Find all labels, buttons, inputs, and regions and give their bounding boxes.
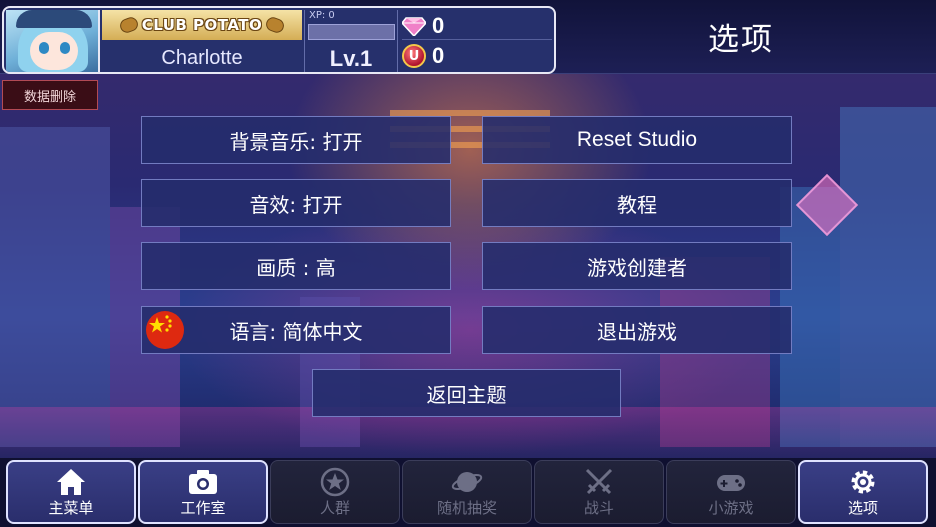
potato-icon — [117, 15, 140, 35]
tab-label: 选项 — [847, 499, 878, 517]
player-name: Charlotte — [161, 47, 243, 69]
xp-label: XP: 0 — [309, 10, 335, 21]
quit-game-button[interactable]: 退出游戏 — [482, 306, 792, 354]
club-banner: CLUB POTATO — [102, 10, 302, 40]
crossed-swords-icon — [581, 467, 617, 497]
language-button[interactable]: 语言: 简体中文 — [141, 306, 451, 354]
coin-counter[interactable]: U 0 — [402, 42, 552, 70]
player-level: Lv.1 — [329, 46, 373, 71]
delete-data-button[interactable]: 数据删除 — [2, 80, 98, 110]
club-name: CLUB POTATO — [141, 16, 263, 34]
profile-panel[interactable]: CLUB POTATO Charlotte XP: 0 Lv.1 0 U 0 — [2, 6, 556, 74]
gem-counter[interactable]: 0 — [401, 12, 552, 40]
tab-lottery[interactable]: 随机抽奖 — [402, 460, 532, 524]
music-toggle-button[interactable]: 背景音乐: 打开 — [141, 116, 451, 164]
player-avatar[interactable] — [6, 10, 100, 72]
reset-studio-label: Reset Studio — [576, 128, 698, 151]
potato-icon — [264, 15, 287, 35]
tab-label: 小游戏 — [708, 499, 754, 517]
star-icon — [317, 467, 353, 497]
tab-crowd[interactable]: 人群 — [270, 460, 400, 524]
gamepad-icon — [713, 467, 749, 497]
quality-button[interactable]: 画质 : 高 — [141, 242, 451, 290]
language-label: 语言: 简体中文 — [229, 319, 363, 344]
tab-label: 工作室 — [180, 499, 226, 517]
tab-main-menu[interactable]: 主菜单 — [6, 460, 136, 524]
coin-count: 0 — [432, 43, 445, 68]
page-title: 选项 — [708, 22, 774, 58]
tab-label: 主菜单 — [48, 499, 94, 517]
coin-icon: U — [402, 44, 426, 68]
home-icon — [53, 467, 89, 497]
reset-studio-button[interactable]: Reset Studio — [482, 116, 792, 164]
xp-progress-bar — [308, 24, 395, 40]
bottom-navigation: 主菜单 工作室 人群 随机抽奖 战斗 小游戏 选项 — [0, 458, 936, 527]
camera-icon — [185, 467, 221, 497]
tab-label: 人群 — [319, 499, 350, 517]
top-bar: CLUB POTATO Charlotte XP: 0 Lv.1 0 U 0 选… — [0, 0, 936, 74]
planet-icon — [449, 467, 485, 497]
tab-battle[interactable]: 战斗 — [534, 460, 664, 524]
china-flag-icon — [146, 311, 184, 349]
tab-minigames[interactable]: 小游戏 — [666, 460, 796, 524]
tab-options[interactable]: 选项 — [798, 460, 928, 524]
back-to-theme-button[interactable]: 返回主题 — [312, 369, 621, 417]
tab-label: 战斗 — [583, 499, 614, 517]
gear-icon — [845, 467, 881, 497]
credits-button[interactable]: 游戏创建者 — [482, 242, 792, 290]
tutorial-button[interactable]: 教程 — [482, 179, 792, 227]
sound-toggle-button[interactable]: 音效: 打开 — [141, 179, 451, 227]
gem-count: 0 — [432, 12, 445, 38]
gem-icon — [401, 16, 427, 37]
tab-studio[interactable]: 工作室 — [138, 460, 268, 524]
xp-area: XP: 0 Lv.1 — [304, 10, 398, 72]
tab-label: 随机抽奖 — [436, 499, 497, 517]
